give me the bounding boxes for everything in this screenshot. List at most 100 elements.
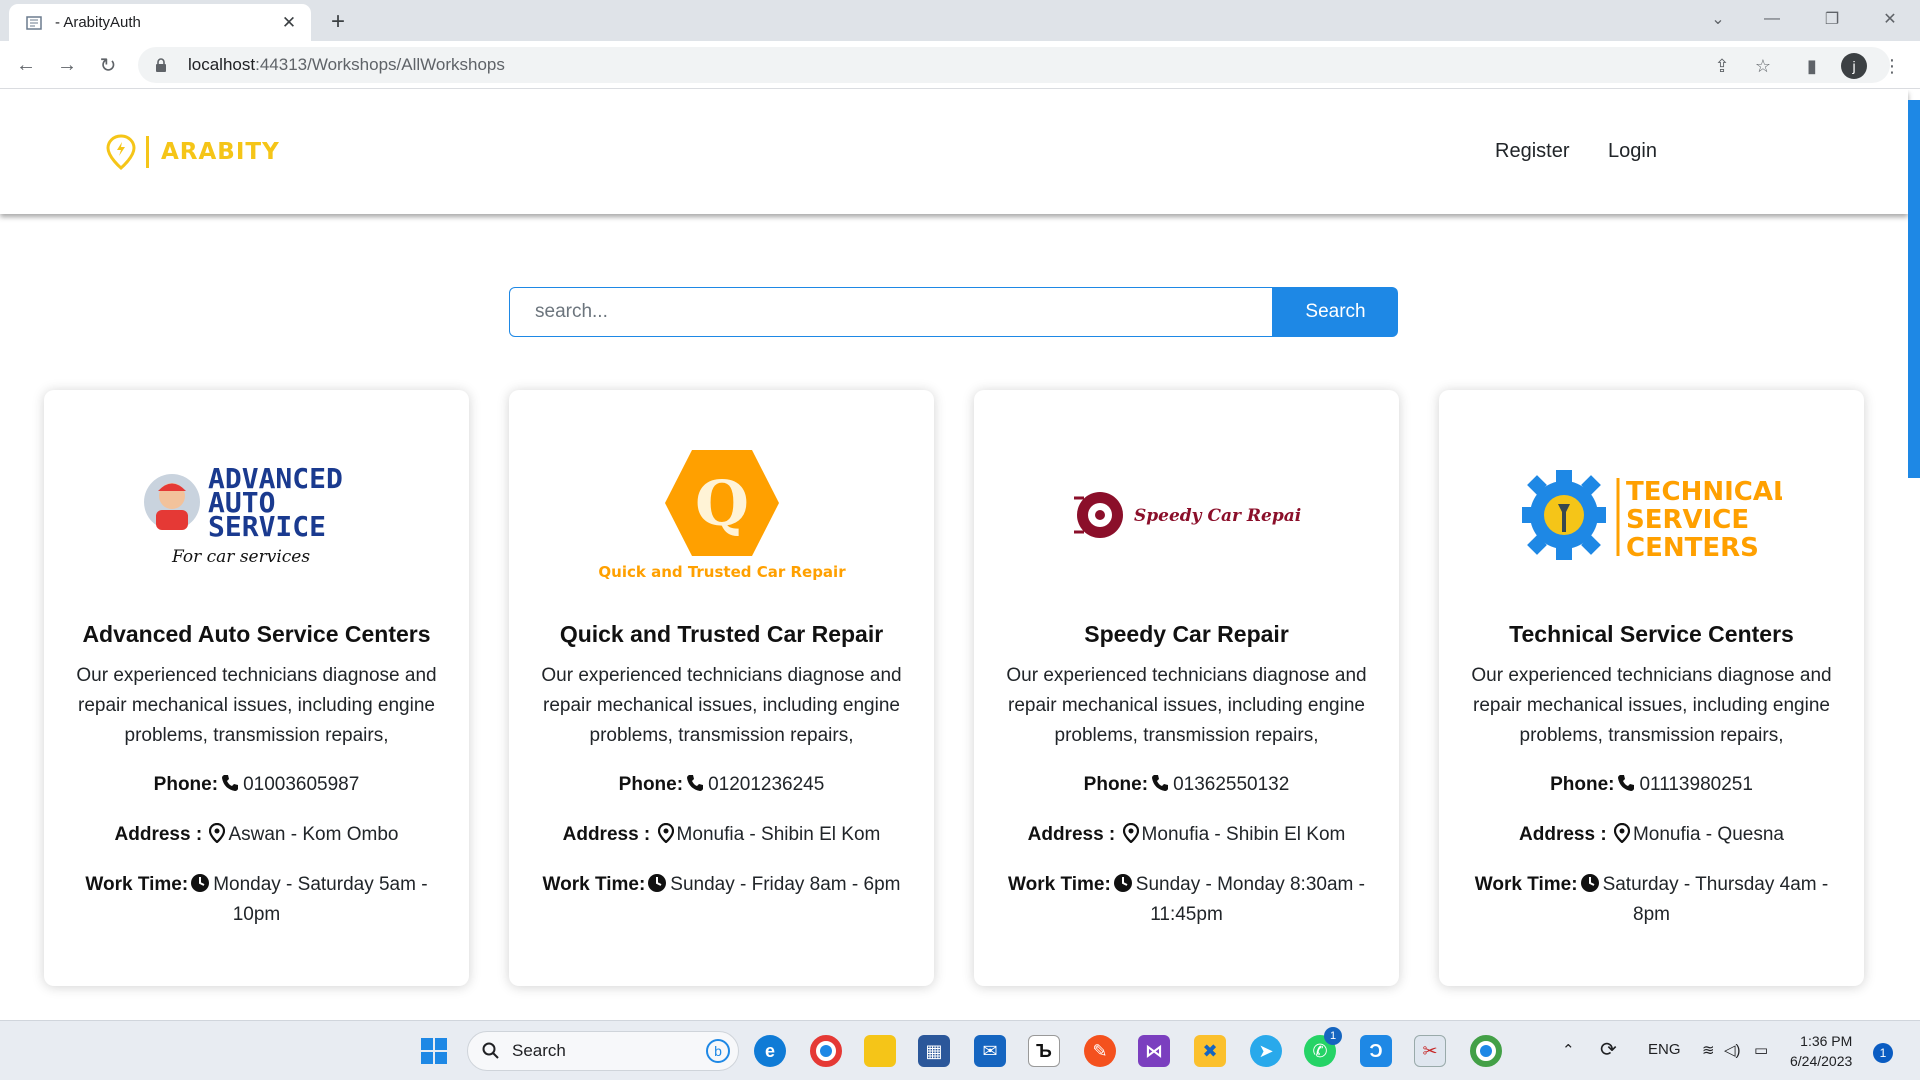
- search-button[interactable]: Search: [1273, 287, 1398, 337]
- page-favicon-icon: [25, 14, 43, 32]
- browser-tab[interactable]: - ArabityAuth ✕: [9, 4, 311, 41]
- workshop-logo: Q Quick and Trusted Car Repair: [509, 440, 934, 590]
- battery-icon[interactable]: ▭: [1754, 1041, 1768, 1059]
- workshop-description: Our experienced technicians diagnose and…: [1006, 665, 1367, 746]
- notification-badge[interactable]: 1: [1873, 1043, 1893, 1063]
- gear-wrench-logo-icon: TECHNICAL SERVICE CENTERS: [1521, 470, 1782, 563]
- more-menu-icon[interactable]: ⋮: [1880, 54, 1904, 78]
- tools-icon[interactable]: ✖: [1194, 1035, 1226, 1067]
- svg-text:Q: Q: [694, 467, 748, 540]
- clock-icon: [1580, 874, 1599, 892]
- map-marker-icon: [657, 823, 674, 843]
- close-window-icon[interactable]: ✕: [1870, 4, 1910, 34]
- back-arrow-icon[interactable]: ←: [10, 49, 42, 81]
- app-icon[interactable]: Ъ: [1028, 1035, 1060, 1067]
- windows-start-icon[interactable]: [418, 1035, 450, 1067]
- svg-text:TECHNICAL: TECHNICAL: [1626, 477, 1782, 507]
- workshop-name: Technical Service Centers: [1509, 621, 1794, 647]
- svg-text:CENTERS: CENTERS: [1626, 533, 1759, 563]
- phone-number[interactable]: 01003605987: [243, 774, 359, 795]
- address-bar[interactable]: localhost:44313/Workshops/AllWorkshops: [138, 47, 1890, 83]
- side-panel-icon[interactable]: ▮: [1800, 54, 1824, 78]
- whatsapp-badge: 1: [1324, 1027, 1342, 1045]
- edge-icon[interactable]: e: [754, 1035, 786, 1067]
- visual-studio-icon[interactable]: ⋈: [1138, 1035, 1170, 1067]
- language-indicator[interactable]: ENG: [1648, 1041, 1681, 1058]
- workshop-card[interactable]: TECHNICAL SERVICE CENTERS Technical Serv…: [1439, 390, 1864, 986]
- workshop-card[interactable]: Q Quick and Trusted Car Repair Quick and…: [509, 390, 934, 986]
- site-header: ARABITY Register Login: [0, 90, 1908, 214]
- worktime-row: Work Time: Sunday - Friday 8am - 6pm: [542, 874, 901, 895]
- address-row: Address : Monufia - Shibin El Kom: [1027, 823, 1346, 845]
- phone-row: Phone: 01201236245: [618, 774, 825, 795]
- phone-number[interactable]: 01201236245: [708, 774, 824, 795]
- minimize-icon[interactable]: —: [1752, 4, 1792, 34]
- workshop-description: Our experienced technicians diagnose and…: [76, 665, 437, 746]
- bookmark-star-icon[interactable]: ☆: [1751, 54, 1775, 78]
- workshop-card[interactable]: ADVANCED AUTO SERVICE For car services A…: [44, 390, 469, 986]
- browser-tab-strip: - ArabityAuth ✕ + ⌄ — ❐ ✕: [0, 0, 1920, 41]
- tab-title: - ArabityAuth: [55, 14, 141, 31]
- brand-name: ARABITY: [161, 139, 280, 165]
- url-text[interactable]: localhost:44313/Workshops/AllWorkshops: [188, 55, 505, 75]
- address-text: Monufia - Shibin El Kom: [676, 824, 881, 845]
- workshop-name: Speedy Car Repair: [1084, 621, 1289, 647]
- location-pin-icon: [106, 134, 136, 170]
- tab-close-icon[interactable]: ✕: [279, 13, 299, 33]
- reload-icon[interactable]: ↻: [92, 49, 124, 81]
- phone-icon: [687, 775, 704, 791]
- bing-icon[interactable]: b: [706, 1039, 730, 1063]
- tab-search-chevron-icon[interactable]: ⌄: [1698, 4, 1738, 34]
- mechanic-logo-icon: ADVANCED AUTO SERVICE For car services: [143, 462, 342, 567]
- search-icon: [482, 1042, 499, 1059]
- postman-icon[interactable]: ✎: [1084, 1035, 1116, 1067]
- volume-icon[interactable]: ◁): [1724, 1041, 1741, 1059]
- address-row: Address : Monufia - Quesna: [1519, 823, 1784, 845]
- restore-icon[interactable]: ❐: [1812, 4, 1852, 34]
- chrome-profile-icon[interactable]: [1470, 1035, 1502, 1067]
- system-clock[interactable]: 1:36 PM 6/24/2023: [1790, 1031, 1852, 1071]
- mail-icon[interactable]: ✉: [974, 1035, 1006, 1067]
- share-icon[interactable]: ⇪: [1710, 54, 1734, 78]
- page-viewport: ARABITY Register Login Search ADVANCED A…: [0, 90, 1920, 1020]
- taskbar-search-box[interactable]: Search b: [467, 1031, 739, 1071]
- search-input[interactable]: [509, 287, 1273, 337]
- telegram-icon[interactable]: ➤: [1250, 1035, 1282, 1067]
- page-scrollbar-thumb[interactable]: [1908, 100, 1920, 478]
- workshop-card[interactable]: Speedy Car Repair Speedy Car Repair Our …: [974, 390, 1399, 986]
- profile-avatar[interactable]: j: [1841, 53, 1867, 79]
- store-icon[interactable]: ▦: [918, 1035, 950, 1067]
- map-marker-icon: [1122, 823, 1139, 843]
- forward-arrow-icon[interactable]: →: [51, 49, 83, 81]
- workshop-description: Our experienced technicians diagnose and…: [1471, 665, 1832, 746]
- lock-icon[interactable]: [152, 56, 170, 74]
- app-icon[interactable]: Ɔ: [1360, 1035, 1392, 1067]
- map-marker-icon: [1613, 823, 1630, 843]
- phone-icon: [1618, 775, 1635, 791]
- worktime-row: Work Time: Monday - Saturday 5am - 10pm: [85, 874, 428, 925]
- browser-toolbar: ← → ↻ localhost:44313/Workshops/AllWorks…: [0, 41, 1920, 89]
- clock-icon: [1113, 874, 1132, 892]
- phone-icon: [222, 775, 239, 791]
- worktime-text: Saturday - Thursday 4am - 8pm: [1602, 874, 1829, 925]
- snipping-tool-icon[interactable]: ✂: [1414, 1035, 1446, 1067]
- phone-number[interactable]: 01113980251: [1639, 774, 1752, 795]
- new-tab-button[interactable]: +: [324, 8, 352, 36]
- clock-time: 1:36 PM: [1800, 1033, 1853, 1049]
- wifi-icon[interactable]: ≋: [1702, 1041, 1715, 1059]
- workshop-logo: ADVANCED AUTO SERVICE For car services: [44, 440, 469, 590]
- worktime-text: Sunday - Friday 8am - 6pm: [670, 874, 901, 895]
- sync-icon[interactable]: ⟳: [1600, 1037, 1617, 1062]
- register-link[interactable]: Register: [1495, 140, 1569, 163]
- svg-text:Speedy Car Repair: Speedy Car Repair: [1134, 506, 1302, 526]
- svg-text:Quick and Trusted Car Repair: Quick and Trusted Car Repair: [598, 563, 846, 581]
- phone-number[interactable]: 01362550132: [1173, 774, 1289, 795]
- file-explorer-icon[interactable]: [864, 1035, 896, 1067]
- brand-logo[interactable]: ARABITY: [106, 134, 280, 170]
- worktime-row: Work Time: Sunday - Monday 8:30am - 11:45…: [1008, 874, 1365, 925]
- svg-text:For car services: For car services: [171, 547, 310, 567]
- show-hidden-icons-chevron-icon[interactable]: ⌃: [1562, 1041, 1575, 1059]
- chrome-icon[interactable]: [810, 1035, 842, 1067]
- address-text: Aswan - Kom Ombo: [228, 824, 399, 845]
- login-link[interactable]: Login: [1608, 140, 1657, 163]
